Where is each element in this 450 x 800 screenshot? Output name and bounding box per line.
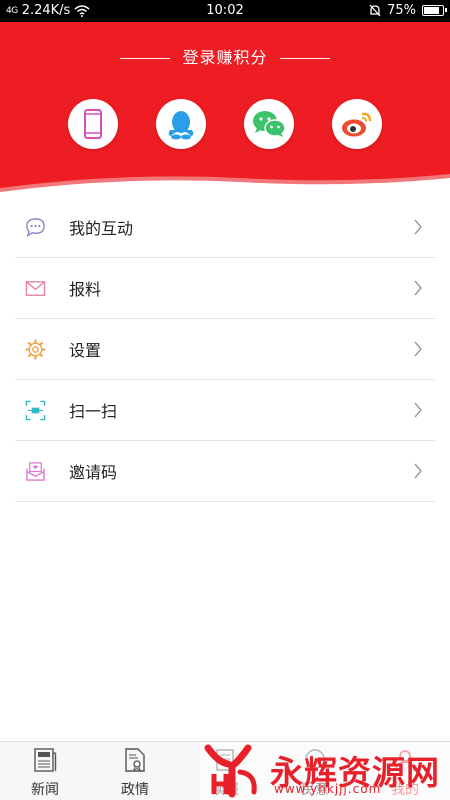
chevron-right-icon (414, 463, 422, 479)
chat-bubble-icon (26, 218, 45, 238)
chevron-right-icon (414, 219, 422, 235)
menu-list: 我的互动 报料 设置 扫一扫 邀请码 (15, 197, 435, 502)
menu-item-scan[interactable]: 扫一扫 (15, 380, 435, 441)
login-header: 登录赚积分 (0, 22, 450, 200)
watermark: 永辉资源网 www.yhkjjj.com (200, 742, 450, 800)
menu-item-settings[interactable]: 设置 (15, 319, 435, 380)
chevron-right-icon (414, 280, 422, 296)
gear-icon (25, 339, 46, 360)
menu-item-label: 我的互动 (69, 219, 134, 238)
weibo-login-button[interactable] (332, 99, 382, 149)
qq-icon (168, 111, 194, 140)
menu-item-my-interaction[interactable]: 我的互动 (15, 197, 435, 258)
header-wave (0, 174, 450, 200)
qq-login-button[interactable] (156, 99, 206, 149)
battery-fill (424, 7, 439, 14)
watermark-url: www.yhkjjj.com (274, 782, 382, 796)
phone-login-button[interactable] (68, 99, 118, 149)
scan-icon (25, 400, 46, 421)
status-right: 75% (369, 3, 447, 18)
battery-icon (422, 5, 447, 16)
menu-item-label: 报料 (69, 280, 102, 299)
chevron-right-icon (414, 341, 422, 357)
tab-politics[interactable]: 政情 (90, 742, 180, 800)
newspaper-icon (34, 748, 57, 772)
tab-label: 政情 (121, 782, 149, 798)
login-title[interactable]: 登录赚积分 (0, 44, 450, 68)
title-divider-right (279, 58, 330, 59)
wechat-icon (253, 111, 286, 137)
mute-bell-icon (369, 4, 381, 17)
menu-item-invite-code[interactable]: 邀请码 (15, 441, 435, 502)
invite-envelope-icon (26, 462, 45, 481)
status-bar: 4G 2.24K/s 10:02 75% (0, 0, 450, 22)
tab-news[interactable]: 新闻 (0, 742, 90, 800)
weibo-icon (342, 112, 372, 137)
watermark-logo (204, 744, 257, 798)
wechat-login-button[interactable] (244, 99, 294, 149)
tab-label: 新闻 (31, 782, 59, 798)
menu-item-label: 邀请码 (69, 463, 118, 482)
chevron-right-icon (414, 402, 422, 418)
login-title-text: 登录赚积分 (182, 48, 268, 67)
phone-icon (84, 109, 102, 139)
menu-item-label: 扫一扫 (69, 402, 118, 421)
battery-percent: 75% (387, 3, 416, 18)
menu-item-report[interactable]: 报料 (15, 258, 435, 319)
document-badge-icon (125, 748, 145, 772)
login-methods (68, 99, 384, 149)
title-divider-left (120, 58, 171, 59)
mail-icon (25, 281, 46, 296)
menu-item-label: 设置 (69, 341, 102, 360)
